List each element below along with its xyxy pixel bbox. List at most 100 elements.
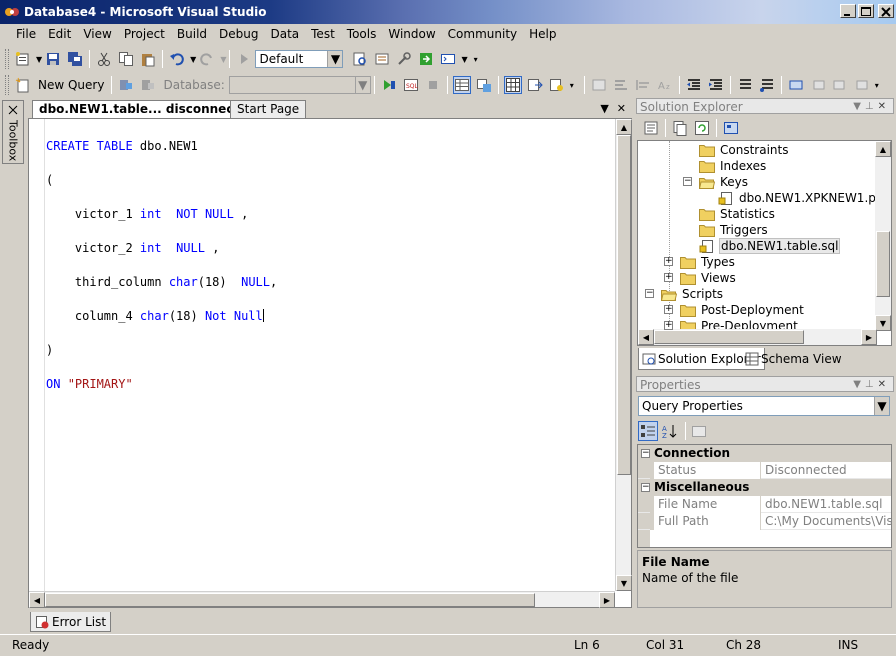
menu-project[interactable]: Project (118, 24, 171, 44)
scroll-thumb[interactable] (876, 231, 890, 297)
category-miscellaneous[interactable]: − Miscellaneous (638, 479, 891, 496)
title-bar[interactable]: Database4 - Microsoft Visual Studio (0, 0, 896, 24)
new-query-icon-button[interactable] (14, 76, 32, 94)
toolbar-grip[interactable] (5, 75, 9, 95)
collapse-icon[interactable]: − (683, 177, 692, 186)
auto-hide-pin-icon[interactable]: ⊥ (865, 379, 878, 390)
chevron-down-icon[interactable]: ▼ (36, 55, 42, 64)
save-all-button[interactable] (66, 50, 84, 68)
editor-vertical-scrollbar[interactable]: ▲ ▼ (615, 119, 632, 591)
validate-sql-button[interactable]: SQL (402, 76, 420, 94)
property-value[interactable]: dbo.NEW1.table.sql (760, 496, 891, 513)
collapse-icon[interactable]: − (641, 483, 650, 492)
undo-button[interactable] (168, 50, 186, 68)
properties-object-select[interactable]: Query Properties ▼ (638, 396, 890, 416)
toolbar-overflow-icon[interactable]: ▾ (570, 81, 574, 90)
tree-item[interactable]: dbo.NEW1.table.sql (699, 238, 841, 254)
toolbox-tab[interactable]: Toolbox (2, 100, 24, 164)
cancel-query-button[interactable] (424, 76, 442, 94)
tree-item[interactable]: Post-Deployment (680, 302, 805, 318)
export-results-button[interactable] (526, 76, 544, 94)
execute-sql-button[interactable] (380, 76, 398, 94)
scroll-thumb[interactable] (617, 135, 631, 475)
active-files-dropdown-icon[interactable]: ▼ (600, 102, 608, 115)
query-options-button[interactable] (548, 76, 566, 94)
database-select[interactable]: ▼ (228, 76, 371, 94)
tree-item[interactable]: Scripts (661, 286, 724, 302)
property-row[interactable]: Status Disconnected (638, 462, 891, 479)
solution-config-select[interactable]: Default ▼ (255, 50, 344, 68)
property-value[interactable]: C:\My Documents\Visual St (760, 513, 891, 530)
save-button[interactable] (44, 50, 62, 68)
auto-hide-pin-icon[interactable]: ⊥ (865, 101, 878, 112)
menu-debug[interactable]: Debug (213, 24, 264, 44)
chevron-down-icon[interactable]: ▼ (461, 55, 467, 64)
scroll-right-icon[interactable]: ▶ (599, 592, 615, 608)
properties-grid[interactable]: − Connection Status Disconnected − Misce… (637, 444, 892, 548)
tab-error-list[interactable]: Error List (30, 612, 112, 632)
scroll-right-icon[interactable]: ▶ (861, 329, 877, 345)
alphabetical-button[interactable]: AZ (660, 421, 680, 441)
toolbar-grip[interactable] (5, 49, 9, 69)
decrease-indent-button[interactable] (685, 76, 703, 94)
increase-indent-button[interactable] (707, 76, 725, 94)
close-panel-icon[interactable]: ✕ (878, 101, 890, 112)
code-content[interactable]: CREATE TABLE dbo.NEW1 ( victor_1 int NOT… (46, 121, 277, 427)
toolbox-button[interactable] (395, 50, 413, 68)
property-value[interactable]: Disconnected (760, 462, 891, 479)
categorized-button[interactable] (638, 421, 658, 441)
close-panel-icon[interactable]: ✕ (878, 379, 890, 390)
tree-horizontal-scrollbar[interactable]: ◀ ▶ (638, 329, 877, 345)
uncomment-lines-button[interactable] (612, 76, 630, 94)
menu-test[interactable]: Test (305, 24, 341, 44)
properties-button[interactable] (642, 119, 660, 137)
next-bookmark-button[interactable] (831, 76, 849, 94)
new-project-button[interactable] (14, 50, 32, 68)
tree-item[interactable]: Statistics (699, 206, 776, 222)
close-document-icon[interactable]: ✕ (617, 102, 626, 115)
menu-edit[interactable]: Edit (42, 24, 77, 44)
tree-item[interactable]: Triggers (699, 222, 769, 238)
solution-explorer-title[interactable]: Solution Explorer ▼⊥✕ (636, 98, 894, 114)
clear-bookmarks-button[interactable] (853, 76, 871, 94)
scroll-thumb[interactable] (45, 593, 535, 607)
tree-item[interactable]: Types (680, 254, 736, 270)
collapse-icon[interactable]: − (641, 449, 650, 458)
bookmark-button[interactable] (787, 76, 805, 94)
show-plan-button[interactable] (503, 76, 522, 94)
show-all-files-button[interactable] (671, 119, 689, 137)
menu-build[interactable]: Build (171, 24, 213, 44)
window-position-icon[interactable]: ▼ (853, 379, 865, 390)
property-row[interactable]: Full Path C:\My Documents\Visual St (638, 513, 891, 530)
menu-data[interactable]: Data (264, 24, 305, 44)
view-designer-button[interactable] (722, 119, 740, 137)
paste-button[interactable] (139, 50, 157, 68)
solution-explorer-tree[interactable]: Pre-Deployment Post-Deployment Scripts View… (637, 140, 892, 346)
tree-item[interactable]: dbo.NEW1.XPKNEW1.pkey. (718, 190, 891, 206)
close-button[interactable] (878, 4, 894, 18)
menu-window[interactable]: Window (382, 24, 441, 44)
scroll-down-icon[interactable]: ▼ (875, 315, 891, 331)
menu-file[interactable]: File (10, 24, 42, 44)
results-to-grid-button[interactable] (452, 76, 471, 94)
menu-help[interactable]: Help (523, 24, 562, 44)
find-in-files-button[interactable] (351, 50, 369, 68)
scroll-left-icon[interactable]: ◀ (638, 329, 654, 345)
scroll-up-icon[interactable]: ▲ (616, 119, 632, 135)
menu-view[interactable]: View (77, 24, 117, 44)
maximize-button[interactable] (858, 4, 874, 18)
refresh-button[interactable] (693, 119, 711, 137)
menu-tools[interactable]: Tools (341, 24, 383, 44)
tab-start-page[interactable]: Start Page (230, 100, 307, 118)
expand-icon[interactable]: + (664, 305, 673, 314)
tree-item[interactable]: Indexes (699, 158, 767, 174)
font-button[interactable]: Az (656, 76, 674, 94)
property-pages-button[interactable] (689, 421, 709, 441)
toolbar-overflow-icon[interactable]: ▾ (875, 81, 879, 90)
window-position-icon[interactable]: ▼ (853, 101, 865, 112)
collapse-icon[interactable]: − (645, 289, 654, 298)
properties-window-button[interactable] (373, 50, 391, 68)
cut-button[interactable] (95, 50, 113, 68)
redo-button[interactable] (198, 50, 216, 68)
copy-button[interactable] (117, 50, 135, 68)
